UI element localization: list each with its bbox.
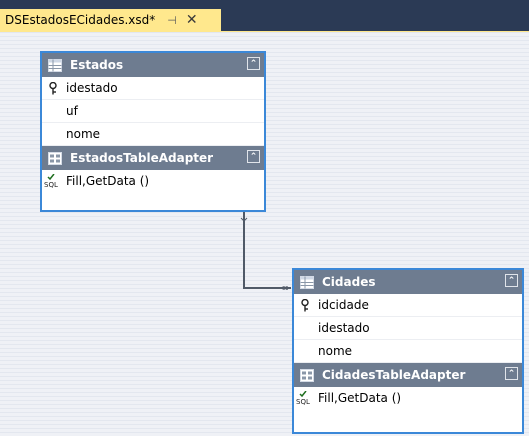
- sql-query-icon: SQL: [42, 174, 66, 188]
- collapse-chevron-icon[interactable]: ⌃: [505, 274, 518, 287]
- estados-datatable[interactable]: Estados ⌃ idestado uf nome EstadosTableA…: [40, 51, 266, 212]
- column-label: idestado: [66, 81, 118, 95]
- estados-adapter-header[interactable]: EstadosTableAdapter ⌃: [42, 146, 264, 170]
- estados-table-name: Estados: [70, 58, 124, 72]
- tab-title: DSEstadosECidades.xsd*: [5, 13, 156, 27]
- query-row[interactable]: SQL Fill,GetData (): [294, 387, 522, 409]
- tableadapter-icon: [48, 151, 62, 165]
- close-icon[interactable]: ✕: [186, 13, 198, 27]
- cidades-datatable[interactable]: Cidades ⌃ idcidade idestado nome Cidades…: [292, 268, 524, 434]
- query-row[interactable]: SQL Fill,GetData (): [42, 170, 264, 192]
- cidades-table-name: Cidades: [322, 275, 376, 289]
- relation-line-vertical[interactable]: [243, 211, 245, 289]
- column-row-idestado[interactable]: idestado: [294, 317, 522, 340]
- key-icon: [42, 81, 66, 95]
- column-label: nome: [318, 344, 353, 358]
- column-row-nome[interactable]: nome: [294, 340, 522, 363]
- tableadapter-icon: [300, 368, 314, 382]
- document-tab[interactable]: DSEstadosECidades.xsd* ⊣ ✕: [0, 9, 221, 31]
- collapse-chevron-icon[interactable]: ⌃: [505, 367, 518, 380]
- datatable-icon: [300, 275, 314, 289]
- column-row-uf[interactable]: uf: [42, 100, 264, 123]
- column-row-nome[interactable]: nome: [42, 123, 264, 146]
- collapse-chevron-icon[interactable]: ⌃: [247, 57, 260, 70]
- estados-adapter-name: EstadosTableAdapter: [70, 151, 214, 165]
- column-label: idestado: [318, 321, 370, 335]
- collapse-chevron-icon[interactable]: ⌃: [247, 150, 260, 163]
- svg-text:SQL: SQL: [44, 181, 58, 188]
- cidades-adapter-header[interactable]: CidadesTableAdapter ⌃: [294, 363, 522, 387]
- key-icon: [294, 298, 318, 312]
- query-label: Fill,GetData (): [318, 391, 402, 405]
- column-row-idestado[interactable]: idestado: [42, 77, 264, 100]
- svg-text:SQL: SQL: [296, 398, 310, 405]
- column-label: idcidade: [318, 298, 369, 312]
- pin-icon[interactable]: ⊣: [167, 14, 177, 27]
- dataset-designer-canvas[interactable]: ∞ Estados ⌃ idestado uf nome EstadosTabl…: [0, 32, 529, 436]
- cidades-adapter-name: CidadesTableAdapter: [322, 368, 466, 382]
- document-tab-strip: DSEstadosECidades.xsd* ⊣ ✕: [0, 0, 529, 32]
- sql-query-icon: SQL: [294, 391, 318, 405]
- estados-header[interactable]: Estados ⌃: [42, 53, 264, 77]
- column-label: uf: [66, 104, 78, 118]
- relation-key-end-icon: [240, 212, 248, 222]
- column-row-idcidade[interactable]: idcidade: [294, 294, 522, 317]
- cidades-header[interactable]: Cidades ⌃: [294, 270, 522, 294]
- datatable-icon: [48, 58, 62, 72]
- query-label: Fill,GetData (): [66, 174, 150, 188]
- column-label: nome: [66, 127, 101, 141]
- svg-text:∞: ∞: [281, 283, 289, 293]
